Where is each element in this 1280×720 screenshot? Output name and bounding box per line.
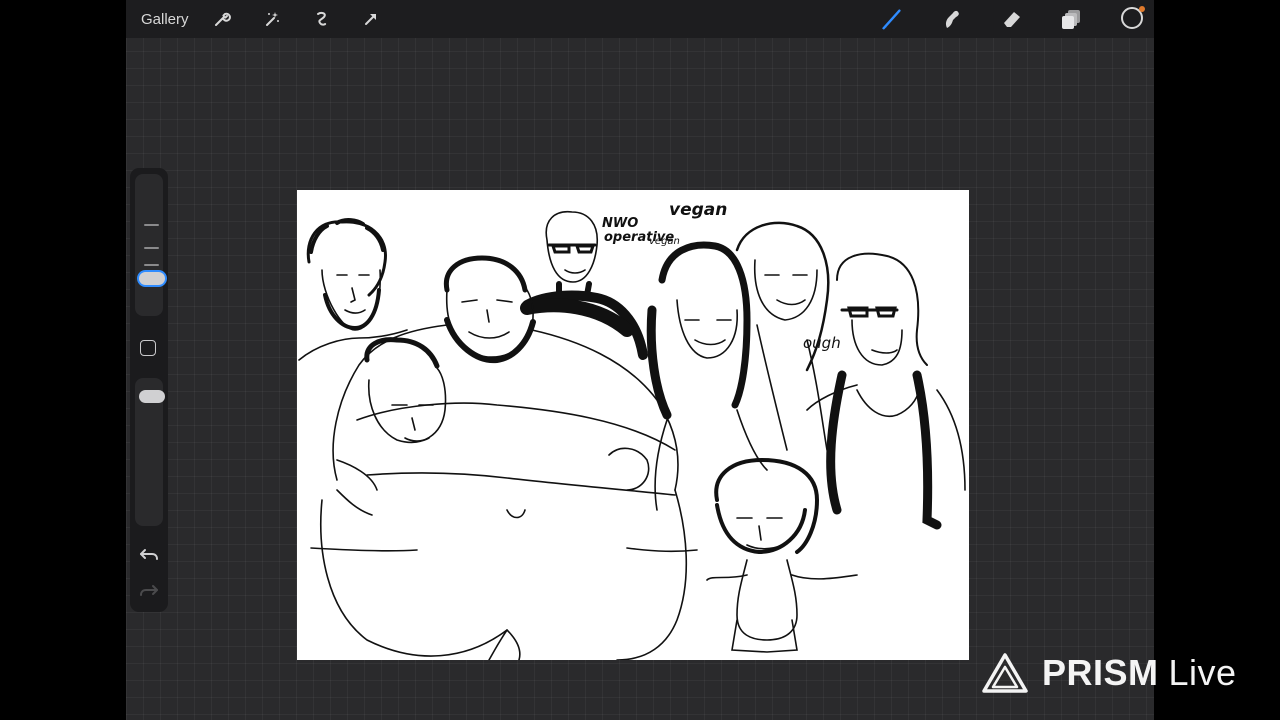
sketch-drawing [298,211,966,660]
note-vegan-small: vegan [649,236,680,247]
modify-square-icon[interactable] [140,340,156,356]
opacity-slider[interactable] [135,378,165,526]
prism-brand-text: PRISM [1042,652,1159,693]
top-toolbar: Gallery [126,0,1154,38]
prism-live-watermark: PRISM Live [982,650,1237,696]
wrench-icon[interactable] [210,7,234,31]
slider-tick [144,247,159,249]
undo-icon[interactable] [138,544,160,566]
gallery-button[interactable]: Gallery [141,11,189,28]
redo-icon[interactable] [138,580,160,602]
note-vegan-large: vegan [669,200,728,220]
brush-size-slider[interactable] [135,174,165,316]
transform-arrow-icon[interactable] [359,7,383,31]
slider-tick [144,224,159,226]
note-nwo: NWO [602,216,639,231]
prism-live-text: Live [1168,652,1237,693]
side-toolbar [130,168,168,612]
opacity-knob[interactable] [139,390,165,403]
slider-tick [144,264,159,266]
brush-icon[interactable] [880,7,904,31]
brush-size-knob[interactable] [139,272,165,285]
prism-triangle-icon [982,653,1028,693]
smudge-icon[interactable] [940,7,964,31]
note-ough: ough [803,334,841,352]
color-indicator-dot [1139,6,1145,12]
magic-wand-icon[interactable] [260,7,284,31]
color-picker[interactable] [1121,6,1145,29]
layers-icon[interactable] [1060,7,1084,31]
procreate-app: Gallery NWO operative vegan vegan ough [126,0,1154,720]
drawing-canvas[interactable]: NWO operative vegan vegan ough [297,190,969,660]
selection-icon[interactable] [310,7,334,31]
eraser-icon[interactable] [1000,7,1024,31]
